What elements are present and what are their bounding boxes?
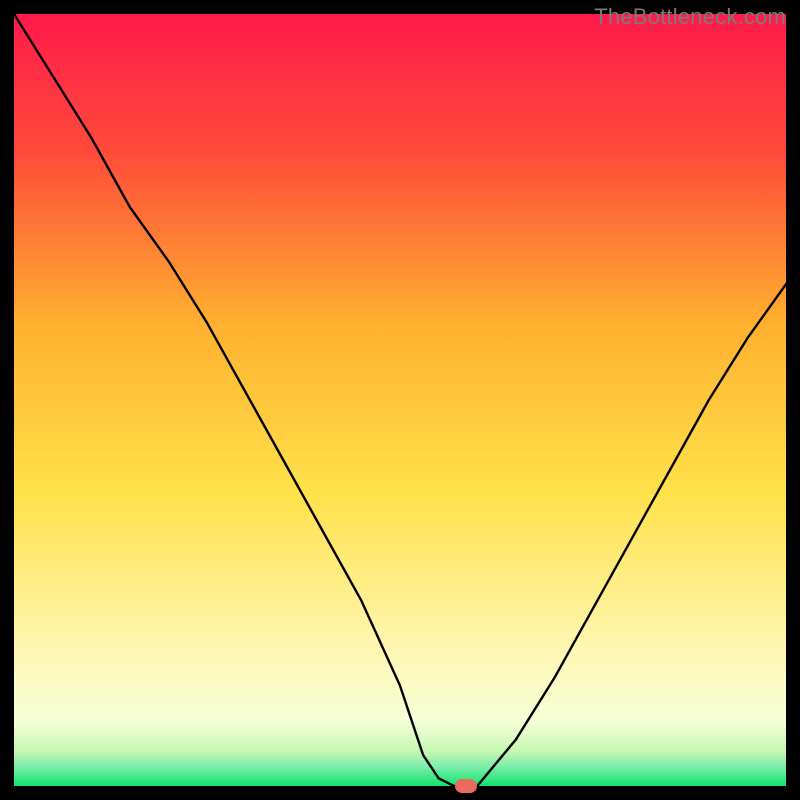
watermark-text: TheBottleneck.com (594, 4, 786, 30)
chart-frame: TheBottleneck.com (0, 0, 800, 800)
chart-plot-area (14, 14, 786, 786)
chart-gradient-bg (14, 14, 786, 786)
chart-svg (14, 14, 786, 786)
bottleneck-marker (455, 779, 477, 793)
